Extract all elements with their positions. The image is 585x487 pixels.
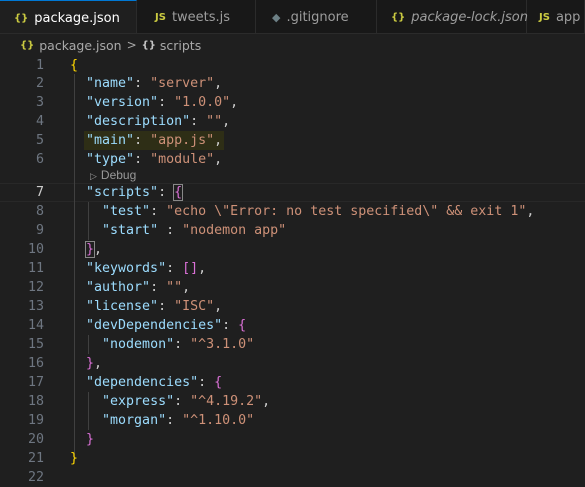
line-number: 13 bbox=[27, 299, 44, 314]
json-string: "ISC" bbox=[174, 299, 215, 314]
json-array: [] bbox=[182, 261, 199, 276]
json-key: "license" bbox=[86, 299, 159, 314]
javascript-file-icon: JS bbox=[155, 11, 166, 23]
line-number: 6 bbox=[35, 152, 44, 167]
open-brace: { bbox=[70, 58, 79, 73]
line-number: 12 bbox=[27, 280, 44, 295]
tab-label: package.json bbox=[34, 10, 120, 26]
chevron-right-icon: > bbox=[126, 38, 137, 52]
tab-label: tweets.js bbox=[171, 9, 231, 25]
json-string: "^1.10.0" bbox=[182, 413, 255, 428]
json-key: "start" bbox=[102, 223, 159, 238]
json-file-icon: {} bbox=[391, 11, 406, 23]
json-key: "name" bbox=[86, 76, 135, 91]
play-icon: ▷ bbox=[90, 171, 97, 181]
code-editor[interactable]: 1{ 2 "name": "server", 3 "version": "1.0… bbox=[0, 56, 585, 487]
tab-package-lock-json[interactable]: {} package-lock.json bbox=[377, 0, 529, 33]
json-string: "module" bbox=[150, 152, 215, 167]
line-number: 8 bbox=[35, 204, 44, 219]
json-key: "morgan" bbox=[102, 413, 167, 428]
json-key: "author" bbox=[86, 280, 151, 295]
breadcrumb-symbol[interactable]: scripts bbox=[160, 38, 201, 53]
json-key: "version" bbox=[86, 95, 159, 110]
open-brace: { bbox=[238, 318, 247, 333]
json-string: "^3.1.0" bbox=[190, 337, 255, 352]
json-key: "express" bbox=[102, 394, 175, 409]
json-string: "nodemon app" bbox=[182, 223, 287, 238]
open-brace: { bbox=[214, 375, 223, 390]
json-string: "" bbox=[166, 280, 183, 295]
json-key: "description" bbox=[86, 114, 191, 129]
tab-app-js[interactable]: JS app bbox=[527, 0, 585, 33]
tab-label: app bbox=[555, 9, 581, 25]
javascript-file-icon: JS bbox=[539, 11, 550, 23]
json-file-icon: {} bbox=[14, 12, 29, 24]
line-number: 15 bbox=[27, 337, 44, 352]
line-number: 9 bbox=[35, 223, 44, 238]
close-brace: } bbox=[85, 241, 96, 258]
line-number: 7 bbox=[35, 185, 44, 200]
json-key: "nodemon" bbox=[102, 337, 175, 352]
line-number: 10 bbox=[27, 242, 44, 257]
tab-gitignore[interactable]: ◆ .gitignore bbox=[256, 0, 377, 33]
breadcrumb: {} package.json > {} scripts bbox=[0, 34, 585, 56]
debug-codelens[interactable]: ▷ Debug bbox=[90, 167, 136, 183]
line-number: 5 bbox=[35, 133, 44, 148]
tab-label: package-lock.json bbox=[411, 9, 529, 25]
json-string: "^4.19.2" bbox=[190, 394, 263, 409]
codelens-label: Debug bbox=[100, 168, 137, 182]
line-number: 17 bbox=[27, 375, 44, 390]
line-number: 21 bbox=[27, 451, 44, 466]
close-brace: } bbox=[86, 356, 95, 371]
json-key: "dependencies" bbox=[86, 375, 199, 390]
close-brace: } bbox=[86, 432, 95, 447]
json-key: "scripts" bbox=[86, 185, 159, 200]
line-number: 19 bbox=[27, 413, 44, 428]
json-string: "" bbox=[206, 114, 223, 129]
open-brace: { bbox=[173, 184, 184, 201]
line-number: 1 bbox=[35, 58, 44, 73]
close-brace: } bbox=[70, 451, 79, 466]
object-symbol-icon: {} bbox=[141, 39, 156, 51]
json-string: "1.0.0" bbox=[174, 95, 231, 110]
json-key: "main" bbox=[86, 133, 135, 148]
json-file-icon: {} bbox=[20, 39, 35, 51]
line-number: 11 bbox=[27, 261, 44, 276]
json-string: "app.js" bbox=[150, 133, 215, 148]
line-number: 22 bbox=[27, 470, 44, 485]
breadcrumb-file[interactable]: package.json bbox=[39, 38, 121, 53]
tab-package-json[interactable]: {} package.json bbox=[0, 0, 137, 33]
json-key: "keywords" bbox=[86, 261, 167, 276]
editor-tab-bar: {} package.json JS tweets.js ◆ .gitignor… bbox=[0, 0, 585, 34]
json-string: "echo \"Error: no test specified\" && ex… bbox=[166, 204, 527, 219]
line-number: 3 bbox=[35, 95, 44, 110]
tab-label: .gitignore bbox=[286, 9, 349, 25]
tab-tweets-js[interactable]: JS tweets.js bbox=[137, 0, 256, 33]
json-key: "devDependencies" bbox=[86, 318, 223, 333]
line-number: 2 bbox=[35, 76, 44, 91]
json-key: "test" bbox=[102, 204, 151, 219]
line-number: 20 bbox=[27, 432, 44, 447]
line-number: 14 bbox=[27, 318, 44, 333]
json-key: "type" bbox=[86, 152, 135, 167]
line-number: 18 bbox=[27, 394, 44, 409]
line-number: 16 bbox=[27, 356, 44, 371]
json-string: "server" bbox=[150, 76, 215, 91]
line-number: 4 bbox=[35, 114, 44, 129]
git-file-icon: ◆ bbox=[272, 10, 281, 24]
